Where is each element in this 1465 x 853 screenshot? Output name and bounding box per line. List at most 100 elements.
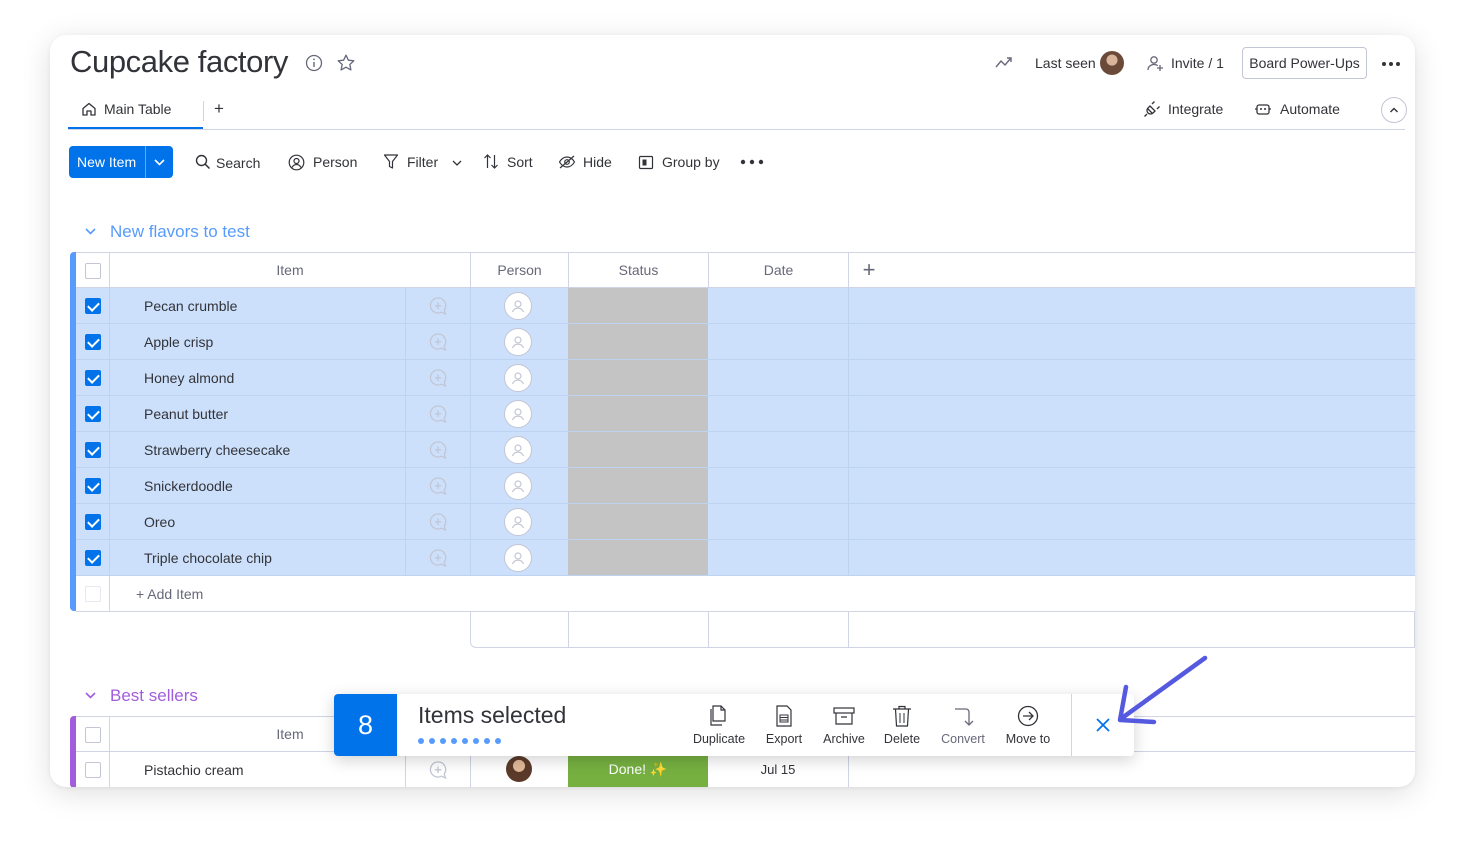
add-update-icon[interactable] <box>428 512 448 532</box>
item-name[interactable]: Honey almond <box>144 360 234 395</box>
more-options-icon[interactable] <box>1381 61 1401 67</box>
table-row[interactable]: Strawberry cheesecake <box>76 432 1415 468</box>
invite-person-icon[interactable] <box>1146 54 1164 72</box>
person-icon[interactable] <box>288 154 305 171</box>
status-cell[interactable] <box>568 432 708 467</box>
last-seen-label[interactable]: Last seen <box>1035 55 1096 71</box>
convert-button[interactable]: Convert <box>932 694 994 756</box>
search-button[interactable]: Search <box>216 155 260 171</box>
add-update-icon[interactable] <box>428 368 448 388</box>
row-checkbox[interactable] <box>85 370 101 386</box>
select-all-checkbox[interactable] <box>85 263 101 279</box>
hide-button[interactable]: Hide <box>583 154 612 170</box>
person-avatar[interactable] <box>506 756 532 782</box>
add-update-icon[interactable] <box>428 404 448 424</box>
new-item-button[interactable]: New Item <box>69 146 173 178</box>
status-cell[interactable] <box>568 324 708 359</box>
add-update-icon[interactable] <box>428 296 448 316</box>
add-update-icon[interactable] <box>428 332 448 352</box>
column-header-item[interactable]: Item <box>110 253 470 287</box>
group-collapse-chevron-icon[interactable] <box>84 690 97 701</box>
status-cell-done[interactable]: Done! ✨ <box>568 752 708 787</box>
add-update-icon[interactable] <box>428 476 448 496</box>
integrate-plug-icon[interactable] <box>1143 100 1161 118</box>
person-placeholder-avatar[interactable] <box>504 472 532 500</box>
info-icon[interactable] <box>305 54 323 72</box>
move-to-button[interactable]: Move to <box>1000 694 1056 756</box>
column-header-person[interactable]: Person <box>471 253 568 287</box>
table-row[interactable]: Pecan crumble <box>76 288 1415 324</box>
item-name[interactable]: Apple crisp <box>144 324 213 359</box>
person-placeholder-avatar[interactable] <box>504 292 532 320</box>
status-cell[interactable] <box>568 360 708 395</box>
item-name[interactable]: Strawberry cheesecake <box>144 432 290 467</box>
group-collapse-chevron-icon[interactable] <box>84 226 97 237</box>
add-update-icon[interactable] <box>428 548 448 568</box>
group-by-button[interactable]: Group by <box>662 154 720 170</box>
search-icon[interactable] <box>195 154 211 170</box>
select-all-checkbox[interactable] <box>85 727 101 743</box>
board-title[interactable]: Cupcake factory <box>70 44 288 80</box>
row-checkbox[interactable] <box>85 762 101 778</box>
person-placeholder-avatar[interactable] <box>504 508 532 536</box>
filter-funnel-icon[interactable] <box>383 153 399 170</box>
person-placeholder-avatar[interactable] <box>504 436 532 464</box>
table-row[interactable]: Triple chocolate chip <box>76 540 1415 576</box>
group-title[interactable]: New flavors to test <box>110 222 250 242</box>
activity-icon[interactable] <box>995 55 1013 71</box>
automate-button[interactable]: Automate <box>1280 101 1340 117</box>
row-checkbox[interactable] <box>85 334 101 350</box>
row-checkbox[interactable] <box>85 514 101 530</box>
item-name[interactable]: Pistachio cream <box>144 752 244 787</box>
table-row[interactable]: Honey almond <box>76 360 1415 396</box>
star-icon[interactable] <box>336 53 356 73</box>
toolbar-more-icon[interactable] <box>740 159 764 165</box>
person-placeholder-avatar[interactable] <box>504 328 532 356</box>
tab-main-table[interactable]: Main Table <box>104 101 171 117</box>
collapse-header-button[interactable] <box>1381 97 1407 123</box>
item-name[interactable]: Peanut butter <box>144 396 228 431</box>
hide-eye-icon[interactable] <box>558 154 576 170</box>
table-row[interactable]: Oreo <box>76 504 1415 540</box>
chevron-down-icon[interactable] <box>146 146 173 178</box>
table-row[interactable]: Peanut butter <box>76 396 1415 432</box>
automate-robot-icon[interactable] <box>1254 100 1272 118</box>
item-name[interactable]: Snickerdoodle <box>144 468 233 503</box>
add-view-button[interactable]: + <box>214 99 224 119</box>
add-update-icon[interactable] <box>428 440 448 460</box>
column-header-date[interactable]: Date <box>709 253 848 287</box>
last-seen-avatar[interactable] <box>1100 51 1124 75</box>
column-header-status[interactable]: Status <box>569 253 708 287</box>
item-name[interactable]: Oreo <box>144 504 175 539</box>
table-row[interactable]: Pistachio cream Done! ✨ Jul 15 <box>76 752 1415 787</box>
person-placeholder-avatar[interactable] <box>504 364 532 392</box>
add-update-icon[interactable] <box>428 760 448 780</box>
row-checkbox[interactable] <box>85 442 101 458</box>
invite-button[interactable]: Invite / 1 <box>1171 55 1224 71</box>
add-item-row[interactable]: + Add Item <box>76 576 1415 612</box>
person-placeholder-avatar[interactable] <box>504 400 532 428</box>
person-placeholder-avatar[interactable] <box>504 544 532 572</box>
filter-chevron-down-icon[interactable] <box>451 158 463 168</box>
filter-button[interactable]: Filter <box>407 154 438 170</box>
status-cell[interactable] <box>568 396 708 431</box>
add-item-button[interactable]: + Add Item <box>136 576 203 611</box>
export-button[interactable]: Export <box>758 694 810 756</box>
delete-button[interactable]: Delete <box>878 694 926 756</box>
table-row[interactable]: Apple crisp <box>76 324 1415 360</box>
integrate-button[interactable]: Integrate <box>1168 101 1223 117</box>
group-by-icon[interactable] <box>638 155 654 170</box>
status-cell[interactable] <box>568 540 708 575</box>
status-cell[interactable] <box>568 288 708 323</box>
board-power-ups-button[interactable]: Board Power-Ups <box>1242 47 1367 79</box>
group-title[interactable]: Best sellers <box>110 686 198 706</box>
duplicate-button[interactable]: Duplicate <box>686 694 752 756</box>
row-checkbox[interactable] <box>85 406 101 422</box>
archive-button[interactable]: Archive <box>816 694 872 756</box>
item-name[interactable]: Triple chocolate chip <box>144 540 272 575</box>
person-filter-button[interactable]: Person <box>313 154 357 170</box>
sort-icon[interactable] <box>483 153 499 170</box>
status-cell[interactable] <box>568 504 708 539</box>
date-cell[interactable]: Jul 15 <box>708 752 848 787</box>
row-checkbox[interactable] <box>85 550 101 566</box>
